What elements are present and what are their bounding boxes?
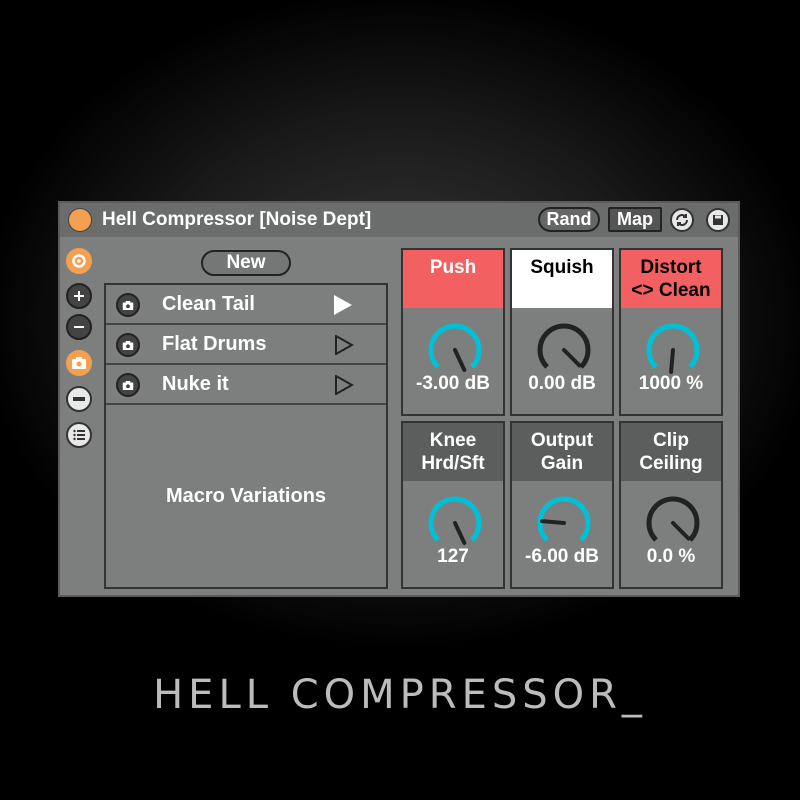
map-button[interactable]: Map: [608, 207, 662, 232]
play-icon[interactable]: [334, 375, 354, 395]
knob-value: 127: [437, 546, 469, 567]
knob-title: Knee Hrd/Sft: [403, 423, 503, 481]
title-bar: Hell Compressor [Noise Dept] Rand Map: [60, 203, 738, 237]
preset-label: Nuke it: [162, 373, 229, 395]
add-icon[interactable]: [66, 283, 92, 309]
knob-title: Squish: [512, 250, 612, 308]
knob-title: Output Gain: [512, 423, 612, 481]
knob-value: 0.00 dB: [528, 373, 596, 394]
knob-cell: Clip Ceiling 0.0 %: [619, 421, 723, 589]
knob-value: -6.00 dB: [525, 546, 599, 567]
knob-title: Push: [403, 250, 503, 308]
knob-title: Clip Ceiling: [621, 423, 721, 481]
camera-icon[interactable]: [66, 350, 92, 376]
knob-cell: Distort <> Clean 1000 %: [619, 248, 723, 416]
knob-dial[interactable]: [427, 322, 483, 378]
play-icon[interactable]: [334, 295, 352, 315]
camera-icon[interactable]: [116, 373, 140, 397]
knob-cell: Push -3.00 dB: [401, 248, 505, 416]
knob-value: 1000 %: [638, 373, 704, 394]
camera-icon[interactable]: [116, 293, 140, 317]
knob-value: 0.0 %: [646, 546, 696, 567]
preset-row[interactable]: Flat Drums: [106, 325, 386, 365]
variations-icon[interactable]: [66, 248, 92, 274]
preset-label: Clean Tail: [162, 293, 255, 315]
preset-row[interactable]: Clean Tail: [106, 285, 386, 325]
rand-button[interactable]: Rand: [538, 207, 600, 232]
list-icon[interactable]: [66, 422, 92, 448]
footer-title: HELL COMPRESSOR_: [153, 672, 647, 718]
knob-cell: Output Gain -6.00 dB: [510, 421, 614, 589]
new-variation-button[interactable]: New: [201, 250, 291, 276]
knob-dial[interactable]: [536, 322, 592, 378]
save-icon[interactable]: [706, 208, 730, 232]
hell-compressor-device: Hell Compressor [Noise Dept] Rand Map Ne…: [58, 201, 740, 597]
knob-cell: Squish 0.00 dB: [510, 248, 614, 416]
knob-dial[interactable]: [536, 495, 592, 551]
remove-icon[interactable]: [66, 314, 92, 340]
preset-row[interactable]: Nuke it: [106, 365, 386, 405]
device-power-button[interactable]: [68, 208, 92, 232]
preset-label: Flat Drums: [162, 333, 267, 355]
knob-title: Distort <> Clean: [621, 250, 721, 308]
knob-dial[interactable]: [645, 495, 701, 551]
minimize-icon[interactable]: [66, 386, 92, 412]
macro-variations-label: Macro Variations: [165, 485, 327, 507]
sync-icon[interactable]: [670, 208, 694, 232]
variations-panel: Clean Tail Flat Drums Nuke it Macro Vari…: [104, 283, 388, 589]
knob-dial[interactable]: [645, 322, 701, 378]
knob-value: -3.00 dB: [416, 373, 490, 394]
knob-dial[interactable]: [427, 495, 483, 551]
camera-icon[interactable]: [116, 333, 140, 357]
play-icon[interactable]: [334, 335, 354, 355]
knob-cell: Knee Hrd/Sft 127: [401, 421, 505, 589]
device-title: Hell Compressor [Noise Dept]: [102, 209, 372, 230]
